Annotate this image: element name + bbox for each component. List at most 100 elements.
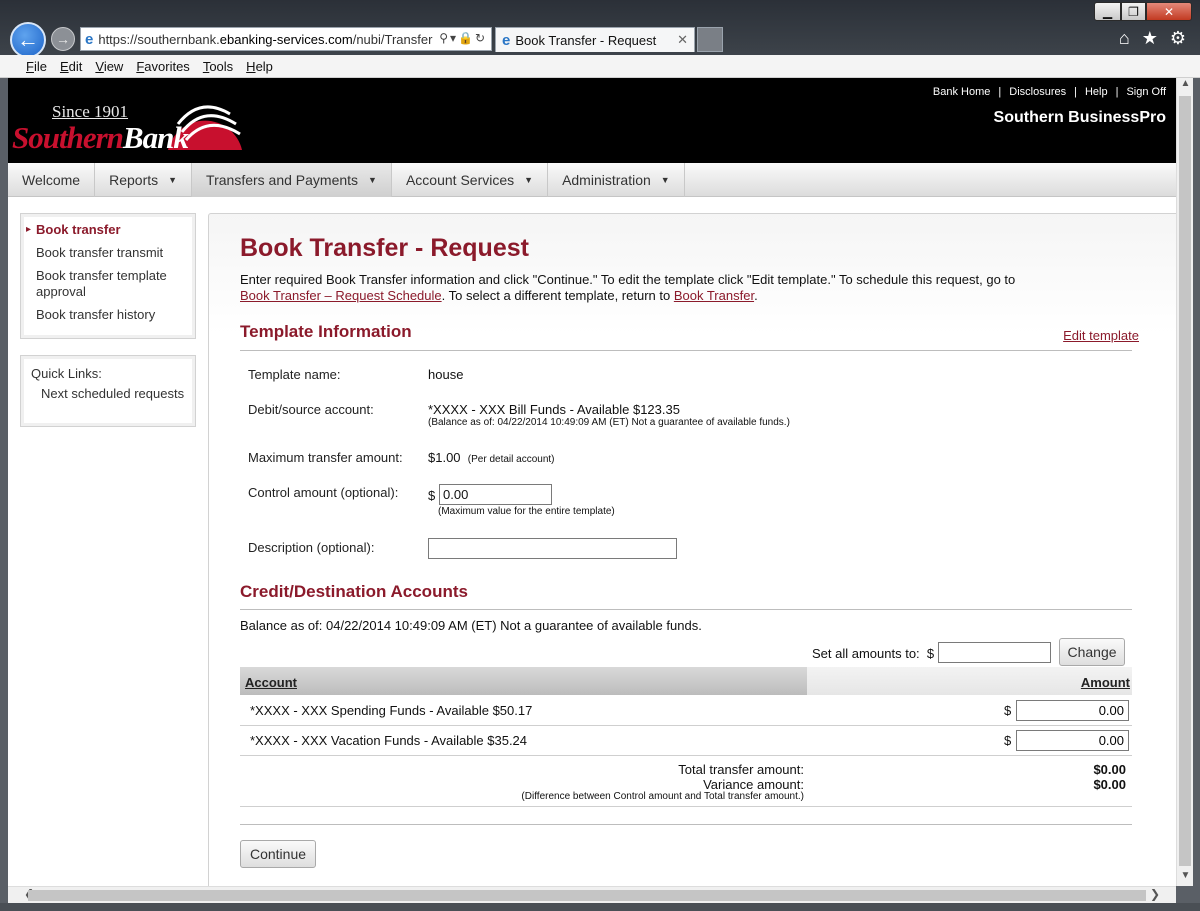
horizontal-scroll-thumb[interactable] bbox=[28, 890, 1146, 901]
main-nav: Welcome Reports ▼ Transfers and Payments ▼… bbox=[8, 163, 1176, 197]
sidebar-links: Book transfer Book transfer transmit Boo… bbox=[20, 213, 196, 339]
template-info-title: Template Information bbox=[240, 322, 412, 341]
column-account[interactable]: Account bbox=[240, 667, 807, 695]
close-tab-icon[interactable]: ✕ bbox=[677, 32, 688, 48]
url-prefix: https://southernbank. bbox=[98, 31, 220, 47]
book-transfer-link[interactable]: Book Transfer bbox=[674, 288, 754, 303]
forward-arrow-icon: → bbox=[56, 31, 70, 47]
nav-reports[interactable]: Reports ▼ bbox=[95, 163, 193, 197]
url-domain: ebanking-services.com bbox=[219, 31, 353, 47]
logo-since: Since 1901 bbox=[52, 102, 129, 121]
close-window-button[interactable]: ✕ bbox=[1146, 2, 1192, 21]
back-button[interactable]: ← bbox=[10, 22, 46, 58]
sign-off-link[interactable]: Sign Off bbox=[1126, 86, 1166, 98]
nav-account-services[interactable]: Account Services ▼ bbox=[392, 163, 549, 197]
row-currency: $ bbox=[1004, 733, 1012, 748]
tab-favicon-icon: e bbox=[502, 31, 511, 49]
variance-value: $0.00 bbox=[1093, 777, 1126, 792]
address-tools-icon[interactable]: ⚲▾🔒↻ bbox=[439, 31, 487, 45]
caret-down-icon: ▼ bbox=[168, 175, 178, 185]
row-amount-input[interactable] bbox=[1016, 700, 1129, 721]
url-path: /nubi/Transfer bbox=[352, 31, 433, 47]
menu-file[interactable]: File bbox=[26, 59, 47, 74]
ie-favicon-icon: e bbox=[85, 30, 94, 48]
credit-balance-line: Balance as of: 04/22/2014 10:49:09 AM (E… bbox=[240, 618, 702, 633]
template-name-label: Template name: bbox=[248, 367, 341, 382]
set-all-label: Set all amounts to: $ bbox=[812, 646, 935, 661]
max-transfer-label: Maximum transfer amount: bbox=[248, 450, 403, 465]
debit-account-label: Debit/source account: bbox=[248, 402, 374, 417]
maximize-button[interactable]: ❐ bbox=[1121, 2, 1146, 21]
debit-account-value: *XXXX - XXX Bill Funds - Available $123.… bbox=[428, 402, 790, 428]
logo-name: SouthernBank bbox=[12, 120, 189, 155]
menu-help[interactable]: Help bbox=[246, 59, 273, 74]
continue-button[interactable]: Continue bbox=[240, 840, 316, 868]
menu-favorites[interactable]: Favorites bbox=[136, 59, 189, 74]
forward-button[interactable]: → bbox=[51, 27, 75, 51]
control-amount-note: (Maximum value for the entire template) bbox=[438, 506, 615, 517]
row-account: *XXXX - XXX Vacation Funds - Available $… bbox=[250, 733, 528, 748]
max-transfer-value: $1.00 (Per detail account) bbox=[428, 450, 555, 465]
site-header: Since 1901 SouthernBank Bank Home | Discl… bbox=[8, 78, 1176, 163]
caret-down-icon: ▼ bbox=[660, 175, 670, 185]
menu-edit[interactable]: Edit bbox=[60, 59, 82, 74]
variance-note: (Difference between Control amount and T… bbox=[521, 791, 804, 802]
template-name-value: house bbox=[428, 367, 464, 382]
control-currency: $ bbox=[428, 488, 436, 503]
control-amount-label: Control amount (optional): bbox=[248, 485, 399, 500]
window-controls: ▁ ❐ ✕ bbox=[1094, 2, 1192, 21]
caret-down-icon: ▼ bbox=[524, 175, 534, 185]
app-name: Southern BusinessPro bbox=[993, 109, 1166, 126]
edit-template-link[interactable]: Edit template bbox=[1063, 328, 1139, 343]
home-icon[interactable]: ⌂ bbox=[1119, 28, 1130, 49]
new-tab-button[interactable] bbox=[697, 27, 723, 52]
settings-gear-icon[interactable]: ⚙ bbox=[1170, 28, 1186, 49]
table-row: *XXXX - XXX Vacation Funds - Available $… bbox=[240, 726, 1132, 756]
minimize-button[interactable]: ▁ bbox=[1094, 2, 1121, 21]
accounts-table-header: Account Amount bbox=[240, 667, 1132, 695]
bank-home-link[interactable]: Bank Home bbox=[933, 86, 990, 98]
chrome-toolbar-icons: ⌂ ★ ⚙ bbox=[1119, 28, 1186, 49]
nav-administration[interactable]: Administration ▼ bbox=[548, 163, 685, 197]
section-divider bbox=[240, 350, 1132, 351]
scroll-down-icon[interactable]: ▼ bbox=[1177, 870, 1194, 886]
control-amount-input[interactable] bbox=[439, 484, 552, 505]
debit-balance-note: (Balance as of: 04/22/2014 10:49:09 AM (… bbox=[428, 417, 790, 428]
vertical-scroll-thumb[interactable] bbox=[1179, 96, 1191, 866]
description-input[interactable] bbox=[428, 538, 677, 559]
totals-block: Total transfer amount: $0.00 Variance am… bbox=[240, 757, 1132, 807]
tab-title: Book Transfer - Request bbox=[515, 32, 657, 48]
menu-bar: File Edit View Favorites Tools Help bbox=[0, 55, 1200, 78]
address-bar[interactable]: e https://southernbank. ebanking-services… bbox=[80, 27, 492, 51]
scroll-up-icon[interactable]: ▲ bbox=[1177, 78, 1194, 94]
request-schedule-link[interactable]: Book Transfer – Request Schedule bbox=[240, 288, 442, 303]
page-title: Book Transfer - Request bbox=[240, 234, 529, 262]
sidebar-item-book-transfer[interactable]: Book transfer bbox=[26, 222, 189, 238]
sidebar-item-book-transfer-history[interactable]: Book transfer history bbox=[36, 307, 189, 323]
sidebar-item-book-transfer-transmit[interactable]: Book transfer transmit bbox=[36, 245, 189, 261]
column-amount[interactable]: Amount bbox=[807, 667, 1132, 695]
vertical-scrollbar[interactable]: ▲ ▼ bbox=[1176, 78, 1193, 886]
menu-tools[interactable]: Tools bbox=[203, 59, 233, 74]
browser-tab[interactable]: e Book Transfer - Request ✕ bbox=[495, 27, 695, 52]
southern-bank-logo[interactable]: Since 1901 SouthernBank bbox=[10, 82, 242, 155]
quick-link-next-scheduled[interactable]: Next scheduled requests bbox=[31, 386, 189, 402]
description-label: Description (optional): bbox=[248, 540, 375, 555]
quick-links-title: Quick Links: bbox=[31, 366, 102, 381]
nav-welcome[interactable]: Welcome bbox=[8, 163, 96, 197]
quick-links-box: Quick Links: Next scheduled requests bbox=[20, 355, 196, 427]
sidebar-item-template-approval[interactable]: Book transfer template approval bbox=[36, 268, 189, 300]
help-link[interactable]: Help bbox=[1085, 86, 1108, 98]
scroll-right-icon[interactable]: ❯ bbox=[1150, 887, 1160, 901]
favorites-star-icon[interactable]: ★ bbox=[1142, 28, 1158, 49]
set-all-amount-input[interactable] bbox=[938, 642, 1051, 663]
change-button[interactable]: Change bbox=[1059, 638, 1125, 666]
menu-view[interactable]: View bbox=[95, 59, 123, 74]
nav-transfers-and-payments[interactable]: Transfers and Payments ▼ bbox=[192, 163, 392, 197]
disclosures-link[interactable]: Disclosures bbox=[1009, 86, 1066, 98]
row-account: *XXXX - XXX Spending Funds - Available $… bbox=[250, 703, 533, 718]
back-arrow-icon: ← bbox=[17, 27, 39, 52]
horizontal-scrollbar[interactable]: ❮ ❯ bbox=[8, 886, 1176, 903]
row-amount-input[interactable] bbox=[1016, 730, 1129, 751]
header-links: Bank Home | Disclosures | Help | Sign Off bbox=[932, 86, 1166, 98]
